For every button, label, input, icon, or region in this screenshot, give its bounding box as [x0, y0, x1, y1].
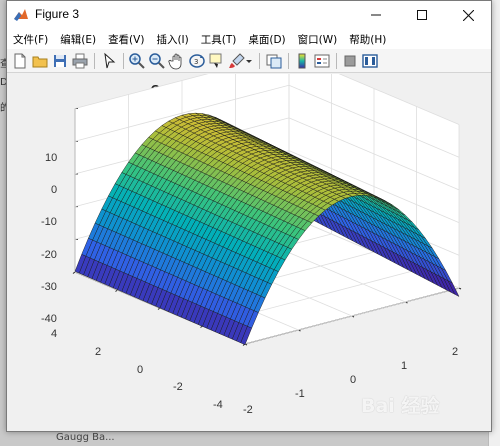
data-cursor-icon[interactable]	[208, 52, 226, 70]
x-tick-label: -2	[243, 404, 253, 416]
y-tick-label: 2	[95, 346, 102, 358]
toolbar-separator	[123, 53, 124, 69]
menu-edit[interactable]: 编辑(E)	[58, 32, 98, 47]
open-file-icon[interactable]	[31, 52, 49, 70]
menu-bar: 文件(F) 编辑(E) 查看(V) 插入(I) 工具(T) 桌面(D) 窗口(W…	[7, 29, 491, 49]
figure-canvas[interactable]: Cubic Interpolation of V1 Dataset 10 0 -…	[7, 74, 491, 431]
x-tick-label: 1	[401, 360, 408, 372]
close-icon	[462, 9, 474, 21]
minimize-icon	[371, 14, 381, 16]
print-icon[interactable]	[71, 52, 89, 70]
z-tick-label: -10	[41, 216, 57, 228]
toolbar-separator	[336, 53, 337, 69]
axes-3d[interactable]	[7, 74, 491, 431]
svg-text:3: 3	[194, 58, 198, 66]
z-tick-label: 0	[51, 184, 58, 196]
zoom-in-icon[interactable]	[128, 52, 146, 70]
pointer-icon[interactable]	[100, 52, 118, 70]
screen: 查 D: 的 Gaugg Ba... Figure 3 文件(F) 编辑(E) …	[0, 0, 500, 446]
menu-desktop[interactable]: 桌面(D)	[246, 32, 287, 47]
zoom-out-icon[interactable]	[148, 52, 166, 70]
figure-toolbar: 3	[7, 49, 491, 73]
save-icon[interactable]	[51, 52, 69, 70]
figure-window: Figure 3 文件(F) 编辑(E) 查看(V) 插入(I) 工具(T) 桌…	[6, 0, 492, 432]
watermark: Bai 经验	[361, 395, 440, 417]
show-plot-tools-icon[interactable]	[361, 52, 379, 70]
menu-tools[interactable]: 工具(T)	[199, 32, 239, 47]
y-tick-mark	[72, 271, 76, 274]
z-tick-label: -40	[41, 313, 57, 325]
toolbar-separator	[259, 53, 260, 69]
menu-insert[interactable]: 插入(I)	[154, 32, 190, 47]
x-tick-label: 2	[452, 346, 459, 358]
toolbar-separator	[94, 53, 95, 69]
close-button[interactable]	[445, 1, 491, 29]
menu-file[interactable]: 文件(F)	[11, 32, 50, 47]
link-plot-icon[interactable]	[265, 52, 283, 70]
background-status-text: Gaugg Ba...	[56, 432, 115, 443]
colorbar-icon[interactable]	[293, 52, 311, 70]
legend-icon[interactable]	[313, 52, 331, 70]
brush-icon[interactable]	[228, 52, 246, 70]
x-tick-mark	[458, 287, 462, 290]
new-figure-icon[interactable]	[11, 52, 29, 70]
rotate-3d-icon[interactable]: 3	[188, 52, 206, 70]
y-tick-label: 0	[137, 364, 144, 376]
title-bar[interactable]: Figure 3	[7, 1, 491, 29]
chevron-down-icon[interactable]	[245, 52, 253, 70]
window-title: Figure 3	[35, 7, 80, 21]
z-tick-label: -30	[41, 281, 57, 293]
menu-help[interactable]: 帮助(H)	[347, 32, 388, 47]
maximize-button[interactable]	[399, 1, 445, 29]
hide-plot-tools-icon[interactable]	[341, 52, 359, 70]
menu-view[interactable]: 查看(V)	[106, 32, 146, 47]
x-tick-label: 0	[350, 374, 357, 386]
y-tick-label: -4	[213, 399, 223, 411]
maximize-icon	[417, 10, 427, 20]
y-tick-label: -2	[173, 381, 183, 393]
pan-icon[interactable]	[168, 52, 186, 70]
z-tick-label: 10	[45, 152, 58, 164]
y-tick-label: 4	[51, 328, 58, 340]
x-tick-label: -1	[295, 388, 305, 400]
matlab-icon	[14, 9, 28, 21]
toolbar-separator	[288, 53, 289, 69]
minimize-button[interactable]	[353, 1, 399, 29]
menu-window[interactable]: 窗口(W)	[296, 32, 340, 47]
z-tick-label: -20	[41, 249, 57, 261]
